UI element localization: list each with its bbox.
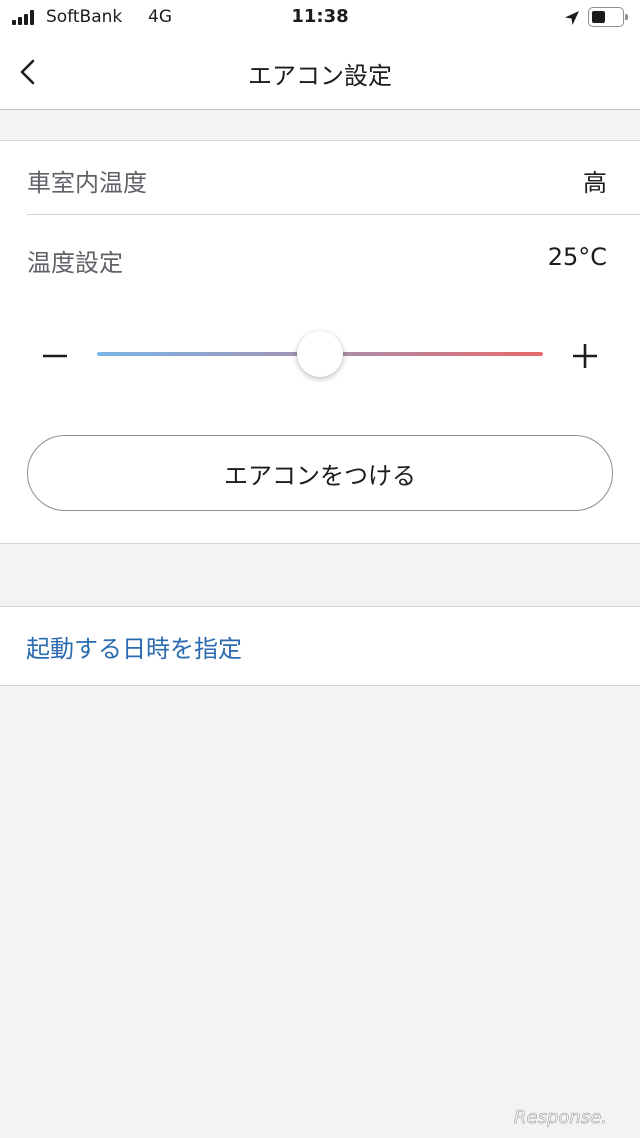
schedule-card: 起動する日時を指定 <box>0 606 640 686</box>
plus-icon <box>573 344 597 368</box>
location-arrow-icon <box>565 11 579 25</box>
row-divider <box>27 214 640 215</box>
response-logo: Response. <box>514 1107 608 1129</box>
page-title: エアコン設定 <box>248 62 392 90</box>
decrease-temperature-button[interactable] <box>40 341 70 371</box>
status-bar: SoftBank 4G 11:38 <box>0 0 640 36</box>
temperature-setting-value: 25°C <box>547 243 607 271</box>
temperature-slider-thumb[interactable] <box>297 331 343 377</box>
schedule-start-link[interactable]: 起動する日時を指定 <box>26 629 242 664</box>
temperature-card: 車室内温度 高 温度設定 25°C エアコンをつける <box>0 140 640 544</box>
increase-temperature-button[interactable] <box>570 341 600 371</box>
svg-text:Response.: Response. <box>514 1107 607 1128</box>
cabin-temperature-value: 高 <box>583 169 607 197</box>
temperature-setting-label: 温度設定 <box>27 249 123 277</box>
cabin-temperature-label: 車室内温度 <box>27 169 147 197</box>
navigation-bar: エアコン設定 <box>0 36 640 110</box>
clock: 11:38 <box>291 6 349 27</box>
turn-on-ac-button[interactable]: エアコンをつける <box>27 435 613 511</box>
battery-icon <box>588 7 628 27</box>
minus-icon <box>43 354 67 358</box>
